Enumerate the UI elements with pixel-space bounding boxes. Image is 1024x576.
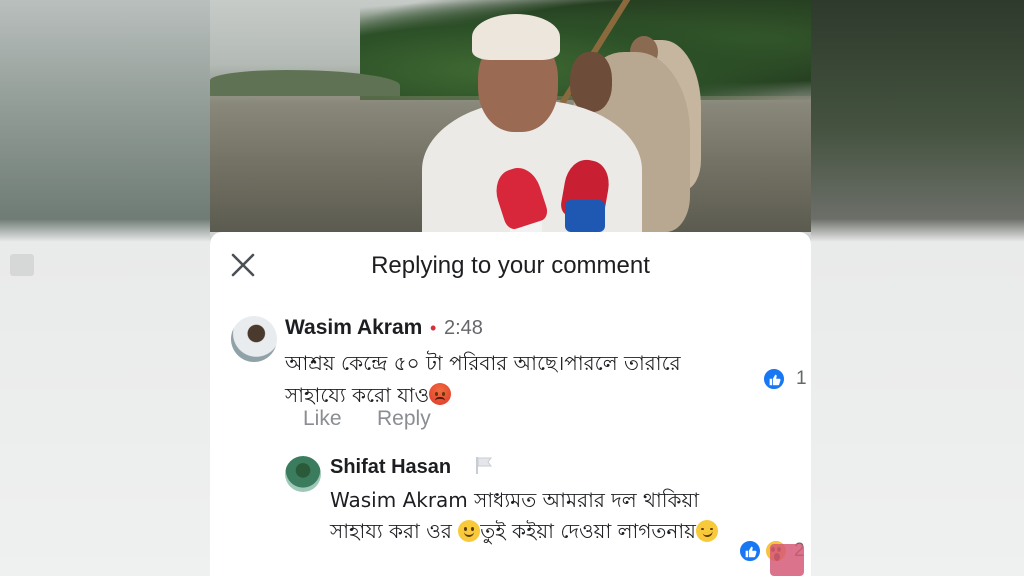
avatar-wasim-akram[interactable] [231,316,277,362]
like-reaction-icon [738,539,762,563]
reaction-summary[interactable]: 1 [762,366,807,392]
avatar-shifat-hasan[interactable] [285,456,321,492]
reply-sheet: Replying to your comment Wasim Akram • 2… [210,232,811,576]
blurred-background-right [811,0,1024,576]
slightly-smiling-face-emoji-icon [458,520,481,542]
comment-text: আশ্রয় কেন্দ্রে ৫০ টা পরিবার আছে।পারলে ত… [285,347,705,411]
comment-timestamp[interactable]: 2:48 [444,317,483,340]
photo-microphone-blue [565,200,605,232]
reply-text: Wasim Akram সাধ্যমত আমরার দল থাকিয়া সাহ… [330,485,750,547]
like-reaction-icon [762,367,786,391]
comment-author[interactable]: Wasim Akram [285,316,422,340]
sheet-title: Replying to your comment [371,252,650,279]
photo-speaker-cap [472,14,560,60]
reply-button[interactable]: Reply [377,407,431,431]
smirking-face-emoji-icon [695,520,718,542]
post-photo [210,0,811,232]
photo-person-middle-head [570,52,612,112]
blurred-background-left [0,0,210,576]
angry-face-emoji-icon [429,383,452,405]
reply-text-part2: তুই কইয়া দেওয়া লাগতনায় [480,519,696,543]
blurred-close-icon [10,254,34,276]
like-button[interactable]: Like [303,407,342,431]
blurred-avatar [770,544,804,576]
timestamp-separator: • [430,318,437,338]
flag-icon [476,457,492,474]
comment-text-body: আশ্রয় কেন্দ্রে ৫০ টা পরিবার আছে।পারলে ত… [285,351,681,407]
reply-author[interactable]: Shifat Hasan [330,456,451,479]
reaction-count: 1 [796,368,807,389]
